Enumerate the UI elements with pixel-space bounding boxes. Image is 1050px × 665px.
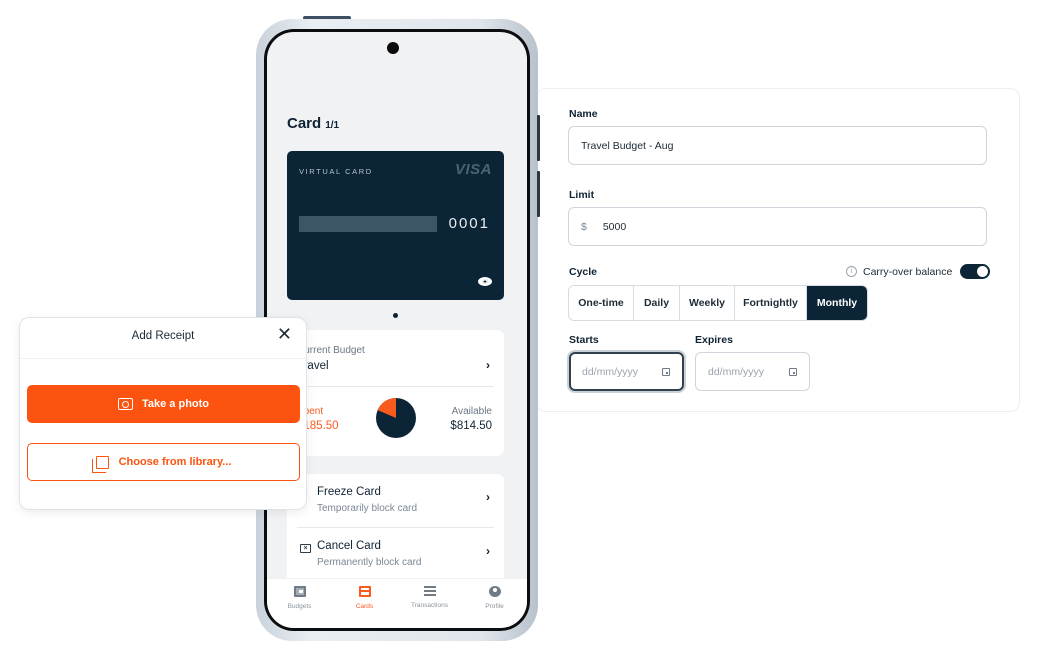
tab-transactions[interactable]: Transactions: [397, 579, 462, 628]
chevron-right-icon: ›: [486, 544, 490, 558]
divider: [20, 358, 306, 359]
phone-side-button: [537, 171, 540, 217]
starts-date-input[interactable]: dd/mm/yyyy: [569, 352, 684, 391]
limit-input-value: 5000: [602, 220, 627, 233]
tab-label: Transactions: [411, 602, 448, 609]
action-subtitle: Permanently block card: [317, 557, 422, 568]
page-title-text: Card: [287, 115, 322, 132]
page-title: Card 1/1: [287, 115, 339, 132]
budget-pie-chart: [376, 398, 416, 438]
chevron-right-icon[interactable]: ›: [486, 358, 490, 372]
card-icon: [358, 586, 371, 597]
choose-from-library-button[interactable]: Choose from library...: [27, 443, 300, 481]
carry-over-label: Carry-over balance: [863, 265, 953, 278]
action-title: Freeze Card: [317, 486, 381, 498]
info-icon[interactable]: i: [846, 266, 857, 277]
expires-placeholder: dd/mm/yyyy: [708, 365, 765, 378]
expires-date-input[interactable]: dd/mm/yyyy: [695, 352, 810, 391]
action-title: Cancel Card: [317, 540, 381, 552]
carry-over-control: i Carry-over balance: [846, 264, 991, 279]
camera-icon: [117, 398, 133, 410]
freeze-card-action[interactable]: ❄ Freeze Card Temporarily block card ›: [297, 478, 494, 528]
choose-from-library-label: Choose from library...: [118, 456, 232, 468]
cycle-option-weekly[interactable]: Weekly: [680, 286, 735, 320]
cycle-option-monthly[interactable]: Monthly: [807, 286, 867, 320]
cycle-option-daily[interactable]: Daily: [634, 286, 680, 320]
wallet-icon: [293, 586, 306, 597]
front-camera: [387, 42, 399, 54]
cycle-segmented-control: One-time Daily Weekly Fortnightly Monthl…: [568, 285, 868, 321]
profile-icon: [488, 586, 501, 597]
limit-label: Limit: [569, 189, 595, 201]
cycle-option-one-time[interactable]: One-time: [569, 286, 634, 320]
current-budget-panel[interactable]: Current Budget Travel › Spent $185.50 Av…: [287, 330, 504, 456]
limit-input[interactable]: $ 5000: [568, 207, 987, 246]
divider: [297, 527, 494, 528]
card-actions-panel: ❄ Freeze Card Temporarily block card › ×…: [287, 474, 504, 594]
tab-budgets[interactable]: Budgets: [267, 579, 332, 628]
calendar-icon[interactable]: [789, 367, 797, 376]
add-receipt-modal: Add Receipt ✕ Take a photo Choose from l…: [19, 317, 307, 510]
cycle-option-fortnightly[interactable]: Fortnightly: [735, 286, 807, 320]
take-photo-button[interactable]: Take a photo: [27, 385, 300, 423]
modal-title: Add Receipt: [131, 330, 195, 342]
carry-over-toggle[interactable]: [960, 264, 991, 279]
tab-label: Budgets: [287, 603, 312, 610]
image-library-icon: [91, 455, 109, 473]
take-photo-label: Take a photo: [141, 398, 210, 410]
name-label: Name: [569, 108, 598, 120]
card-last4: 0001: [448, 215, 490, 232]
current-budget-label: Current Budget: [297, 345, 365, 356]
cancel-box-icon: ×: [300, 544, 311, 553]
calendar-icon[interactable]: [662, 367, 670, 376]
name-input-value: Travel Budget - Aug: [581, 139, 674, 152]
masked-card-number: [299, 216, 437, 232]
cycle-label: Cycle: [569, 266, 598, 278]
tab-cards[interactable]: Cards: [332, 579, 397, 628]
close-icon[interactable]: ✕: [277, 325, 292, 343]
expires-label: Expires: [695, 334, 733, 346]
card-type-label: VIRTUAL CARD: [299, 167, 373, 176]
tab-profile[interactable]: Profile: [462, 579, 527, 628]
bottom-tab-bar: Budgets Cards Transactions Profile: [267, 578, 527, 628]
tab-label: Profile: [485, 603, 504, 610]
available-label: Available: [451, 406, 492, 417]
tab-label: Cards: [355, 603, 374, 610]
available-value: $814.50: [450, 420, 492, 432]
card-count: 1/1: [325, 120, 340, 131]
currency-prefix: $: [581, 220, 587, 233]
visa-logo: VISA: [454, 161, 492, 178]
divider: [297, 386, 494, 387]
action-subtitle: Temporarily block card: [317, 503, 418, 514]
name-input[interactable]: Travel Budget - Aug: [568, 126, 987, 165]
starts-placeholder: dd/mm/yyyy: [582, 365, 639, 378]
virtual-card[interactable]: VIRTUAL CARD VISA 0001: [287, 151, 504, 300]
list-icon: [423, 586, 436, 596]
eye-icon[interactable]: [478, 277, 492, 286]
chevron-right-icon: ›: [486, 490, 490, 504]
carousel-indicator: [393, 313, 398, 318]
starts-label: Starts: [569, 334, 599, 346]
phone-side-button: [537, 115, 540, 161]
cancel-card-action[interactable]: × Cancel Card Permanently block card ›: [297, 532, 494, 582]
